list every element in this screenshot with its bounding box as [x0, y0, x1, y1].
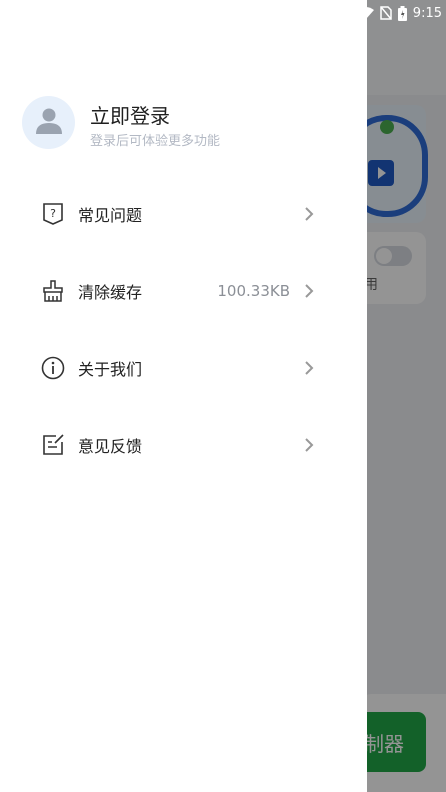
info-icon: [40, 355, 66, 381]
edit-note-icon: [40, 432, 66, 458]
chevron-right-icon: [305, 361, 314, 375]
broom-icon: [40, 278, 66, 304]
svg-text:?: ?: [50, 207, 56, 220]
login-title[interactable]: 立即登录: [90, 100, 170, 129]
status-time: 9:15: [412, 5, 442, 21]
menu-item-feedback[interactable]: 意见反馈: [40, 430, 328, 460]
chevron-right-icon: [305, 207, 314, 221]
menu-label-clear-cache: 清除缓存: [78, 283, 143, 302]
menu-label-faq: 常见问题: [78, 206, 143, 225]
menu-label-feedback: 意见反馈: [78, 437, 143, 456]
menu-item-about[interactable]: 关于我们: [40, 353, 328, 383]
login-profile[interactable]: 立即登录 登录后可体验更多功能: [22, 96, 352, 152]
chevron-right-icon: [305, 438, 314, 452]
navigation-drawer: 立即登录 登录后可体验更多功能 ? 常见问题 清除缓存 100.33KB 关于我…: [0, 0, 367, 792]
battery-icon: [397, 5, 407, 21]
status-bar: 9:15: [357, 3, 442, 23]
menu-item-faq[interactable]: ? 常见问题: [40, 199, 328, 229]
avatar[interactable]: [22, 96, 75, 149]
chevron-right-icon: [305, 284, 314, 298]
help-icon: ?: [40, 201, 66, 227]
menu-item-clear-cache[interactable]: 清除缓存 100.33KB: [40, 276, 328, 306]
cache-size-value: 100.33KB: [217, 282, 290, 300]
login-subtitle: 登录后可体验更多功能: [90, 134, 221, 149]
user-icon: [36, 108, 62, 134]
menu-label-about: 关于我们: [78, 360, 143, 379]
no-sim-icon: [380, 6, 392, 20]
